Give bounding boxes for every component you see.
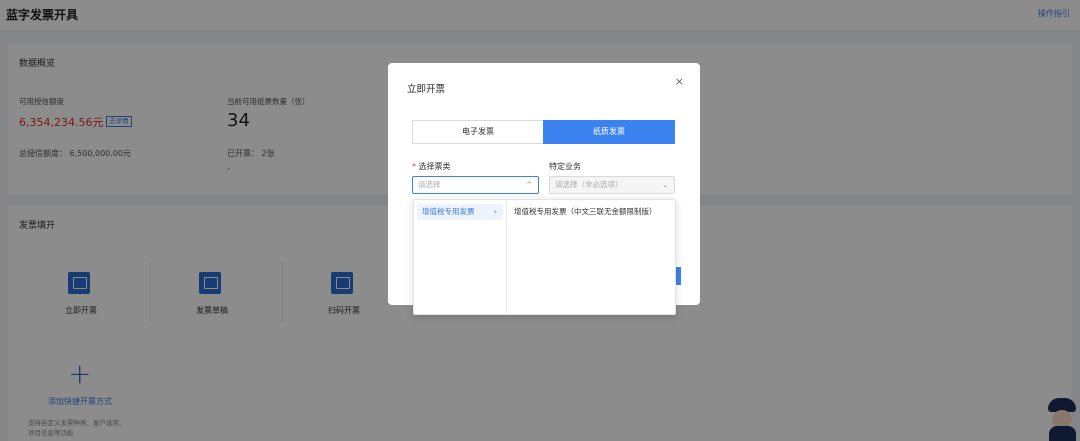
tab-paper-invoice[interactable]: 纸质发票 <box>543 120 675 144</box>
chevron-down-icon: ⌄ <box>662 181 668 189</box>
chevron-right-icon: › <box>494 207 497 216</box>
dropdown-category-item[interactable]: 增值税专用发票 › <box>417 204 503 220</box>
required-mark: * <box>412 162 416 171</box>
page: 蓝字发票开具 操作指引 数据概览 可用授信额度 6,354,234.56元 去详… <box>0 0 1080 441</box>
ticket-type-select[interactable]: 请选择 ^ <box>412 176 539 194</box>
dropdown-option[interactable]: 增值税专用发票（中文三联无金额限制版） <box>514 204 657 220</box>
dropdown-divider <box>506 200 507 314</box>
ticket-type-placeholder: 请选择 <box>418 180 441 189</box>
business-placeholder: 请选择（非必选项） <box>555 180 623 189</box>
tab-electronic-invoice[interactable]: 电子发票 <box>412 120 544 144</box>
dropdown-category-label: 增值税专用发票 <box>422 207 475 216</box>
business-label: 特定业务 <box>549 162 581 171</box>
modal-title: 立即开票 <box>407 84 446 95</box>
ticket-type-label-text: 选择票类 <box>418 162 451 171</box>
ticket-type-label: * 选择票类 <box>412 161 451 172</box>
business-select[interactable]: 请选择（非必选项） ⌄ <box>549 176 675 194</box>
ticket-type-dropdown: 增值税专用发票 › 增值税专用发票（中文三联无金额限制版） <box>413 199 676 315</box>
chevron-up-icon: ^ <box>526 181 532 189</box>
close-icon[interactable]: × <box>675 75 684 88</box>
